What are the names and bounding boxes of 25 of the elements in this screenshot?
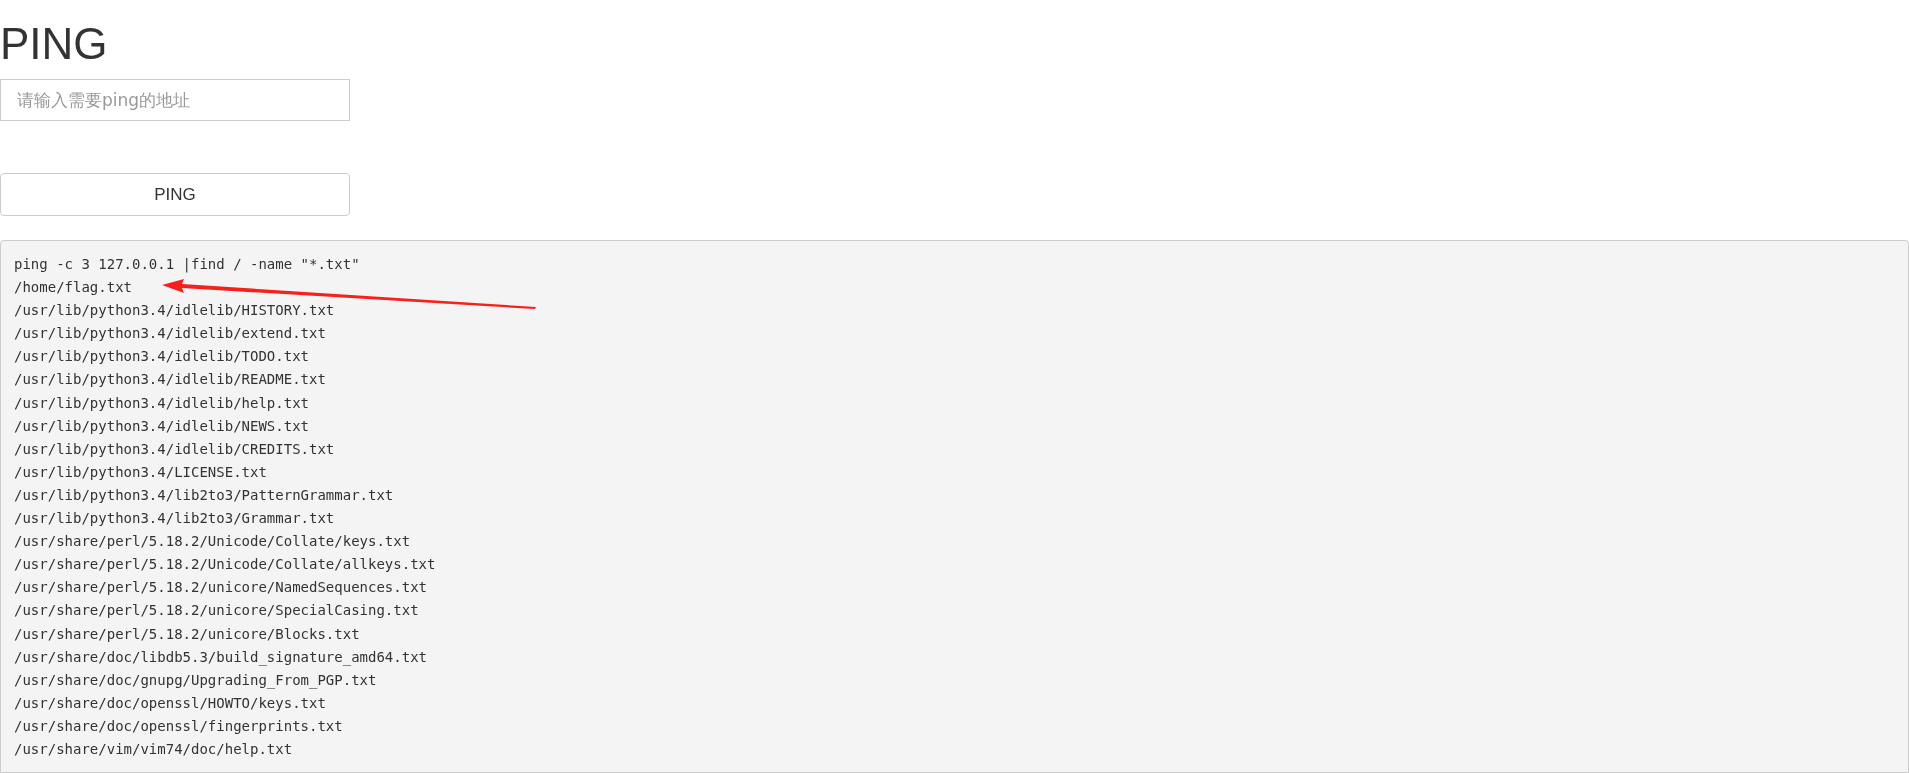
output-line: /usr/lib/python3.4/idlelib/HISTORY.txt	[14, 301, 335, 321]
output-line: /usr/lib/python3.4/idlelib/help.txt	[14, 393, 309, 413]
output-line: /usr/lib/python3.4/idlelib/TODO.txt	[14, 347, 309, 367]
output-line: /usr/share/doc/openssl/fingerprints.txt	[14, 716, 343, 736]
address-input-field[interactable]: 请输入需要ping的地址	[0, 79, 350, 121]
output-line: /usr/lib/python3.4/idlelib/README.txt	[14, 370, 326, 390]
output-line: /usr/share/perl/5.18.2/unicore/Blocks.txt	[14, 624, 360, 644]
output-line: /usr/lib/python3.4/idlelib/CREDITS.txt	[14, 439, 335, 459]
output-line: /usr/lib/python3.4/idlelib/extend.txt	[14, 324, 326, 344]
output-line: /usr/share/perl/5.18.2/unicore/NamedSequences.txt	[14, 578, 427, 598]
output-line: /usr/share/perl/5.18.2/unicore/SpecialCasing.txt	[14, 601, 419, 621]
output-line: ping -c 3 127.0.0.1 |find / -name "*.txt"	[14, 255, 360, 275]
output-line: /usr/share/perl/5.18.2/Unicode/Collate/keys.txt	[14, 532, 411, 552]
output-line: /usr/lib/python3.4/idlelib/NEWS.txt	[14, 416, 309, 436]
output-line: /usr/share/doc/gnupg/Upgrading_From_PGP.txt	[14, 670, 377, 691]
output-line: /usr/share/doc/openssl/HOWTO/keys.txt	[14, 693, 326, 713]
output-line: /home/flag.txt	[14, 278, 132, 298]
page-title: PING	[0, 22, 109, 66]
output-line: /usr/lib/python3.4/LICENSE.txt	[14, 462, 267, 482]
ping-button[interactable]: PING	[0, 173, 350, 216]
output-line: /usr/share/vim/vim74/doc/help.txt	[14, 739, 293, 759]
output-line: /usr/lib/python3.4/lib2to3/PatternGrammar.txt	[14, 485, 394, 505]
output-line: /usr/share/doc/libdb5.3/build_signature_amd64.txt	[14, 647, 427, 668]
output-line: /usr/lib/python3.4/lib2to3/Grammar.txt	[14, 509, 335, 529]
output-line: /usr/share/perl/5.18.2/Unicode/Collate/allkeys.txt	[14, 555, 436, 575]
